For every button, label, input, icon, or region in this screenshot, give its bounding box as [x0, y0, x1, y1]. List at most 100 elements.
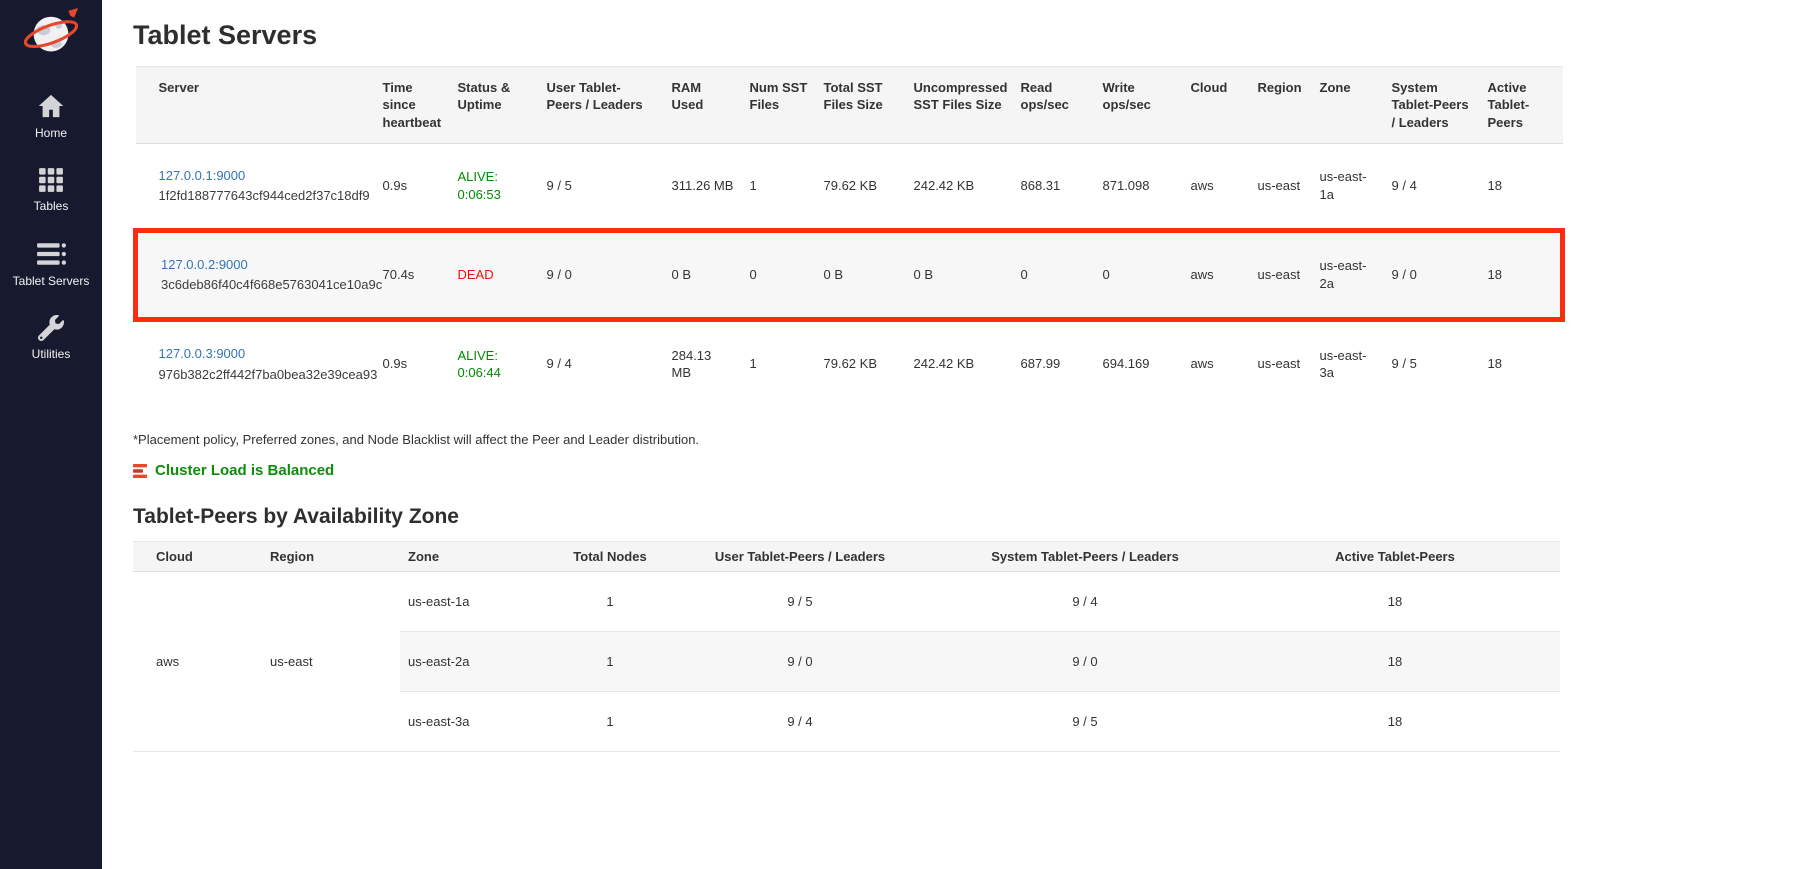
- main-content: Tablet Servers Server Time since heartbe…: [102, 0, 1805, 869]
- region-cell: us-east: [1250, 143, 1312, 230]
- col-header-total-sst: Total SST Files Size: [816, 67, 906, 144]
- server-address-link[interactable]: 127.0.0.2:9000: [161, 257, 248, 272]
- user-peers-cell: 9 / 0: [539, 230, 664, 319]
- read-ops-cell: 868.31: [1013, 143, 1095, 230]
- col-header-user-peers: User Tablet-Peers / Leaders: [539, 67, 664, 144]
- zone-cell: us-east-2a: [400, 632, 560, 692]
- total-sst-cell: 0 B: [816, 230, 906, 319]
- servers-table-header-row: Server Time since heartbeat Status & Upt…: [136, 67, 1563, 144]
- col-header-region: Region: [262, 542, 400, 572]
- user-peers-cell: 9 / 5: [660, 572, 940, 632]
- tables-icon: [36, 167, 66, 193]
- active-peers-cell: 18: [1230, 692, 1560, 752]
- col-header-num-sst: Num SST Files: [742, 67, 816, 144]
- total-sst-cell: 79.62 KB: [816, 143, 906, 230]
- user-peers-cell: 9 / 4: [660, 692, 940, 752]
- system-peers-cell: 9 / 4: [940, 572, 1230, 632]
- col-header-user-peers: User Tablet-Peers / Leaders: [660, 542, 940, 572]
- server-row: 127.0.0.3:9000 976b382c2ff442f7ba0bea32e…: [136, 320, 1563, 407]
- sidebar-item-label: Tablet Servers: [13, 274, 90, 288]
- server-cell: 127.0.0.1:9000 1f2fd188777643cf944ced2f3…: [136, 143, 375, 230]
- page-title: Tablet Servers: [133, 20, 1805, 51]
- cloud-cell: aws: [1183, 320, 1250, 407]
- uncompressed-sst-cell: 242.42 KB: [906, 143, 1013, 230]
- server-address-link[interactable]: 127.0.0.1:9000: [159, 168, 246, 183]
- sidebar-item-home[interactable]: Home: [0, 92, 102, 140]
- write-ops-cell: 694.169: [1095, 320, 1183, 407]
- col-header-zone: Zone: [1312, 67, 1384, 144]
- num-sst-cell: 0: [742, 230, 816, 319]
- sidebar-item-label: Utilities: [32, 347, 71, 361]
- zones-table-header-row: Cloud Region Zone Total Nodes User Table…: [133, 542, 1560, 572]
- cloud-cell: aws: [133, 572, 262, 752]
- sidebar-item-utilities[interactable]: Utilities: [0, 315, 102, 361]
- cloud-cell: aws: [1183, 230, 1250, 319]
- server-cell: 127.0.0.3:9000 976b382c2ff442f7ba0bea32e…: [136, 320, 375, 407]
- server-row: 127.0.0.1:9000 1f2fd188777643cf944ced2f3…: [136, 143, 1563, 230]
- status-cell: ALIVE: 0:06:53: [450, 143, 539, 230]
- col-header-ram: RAM Used: [664, 67, 742, 144]
- active-peers-cell: 18: [1230, 632, 1560, 692]
- ram-cell: 311.26 MB: [664, 143, 742, 230]
- active-peers-cell: 18: [1480, 143, 1563, 230]
- uncompressed-sst-cell: 242.42 KB: [906, 320, 1013, 407]
- system-peers-cell: 9 / 0: [1384, 230, 1480, 319]
- status-label: ALIVE:: [458, 347, 531, 365]
- col-header-zone: Zone: [400, 542, 560, 572]
- heartbeat-cell: 0.9s: [375, 320, 450, 407]
- region-cell: us-east: [1250, 230, 1312, 319]
- total-nodes-cell: 1: [560, 692, 660, 752]
- total-nodes-cell: 1: [560, 572, 660, 632]
- user-peers-cell: 9 / 5: [539, 143, 664, 230]
- col-header-write-ops: Write ops/sec: [1095, 67, 1183, 144]
- sidebar-item-tablet-servers[interactable]: Tablet Servers: [0, 240, 102, 288]
- sidebar-item-label: Home: [35, 126, 67, 140]
- active-peers-cell: 18: [1230, 572, 1560, 632]
- ram-cell: 0 B: [664, 230, 742, 319]
- col-header-read-ops: Read ops/sec: [1013, 67, 1095, 144]
- status-cell: DEAD: [450, 230, 539, 319]
- col-header-status: Status & Uptime: [450, 67, 539, 144]
- uptime-value: 0:06:44: [458, 364, 531, 382]
- write-ops-cell: 871.098: [1095, 143, 1183, 230]
- col-header-cloud: Cloud: [133, 542, 262, 572]
- server-cell: 127.0.0.2:9000 3c6deb86f40c4f668e5763041…: [136, 230, 375, 319]
- system-peers-cell: 9 / 4: [1384, 143, 1480, 230]
- server-uuid: 3c6deb86f40c4f668e5763041ce10a9c: [161, 276, 367, 294]
- yugabyte-logo-icon: [22, 8, 80, 58]
- uncompressed-sst-cell: 0 B: [906, 230, 1013, 319]
- cluster-stack-icon: [133, 464, 147, 478]
- server-row-dead-highlighted: 127.0.0.2:9000 3c6deb86f40c4f668e5763041…: [136, 230, 1563, 319]
- server-address-link[interactable]: 127.0.0.3:9000: [159, 346, 246, 361]
- active-peers-cell: 18: [1480, 320, 1563, 407]
- col-header-server: Server: [136, 67, 375, 144]
- col-header-system-peers: System Tablet-Peers / Leaders: [940, 542, 1230, 572]
- read-ops-cell: 687.99: [1013, 320, 1095, 407]
- status-cell: ALIVE: 0:06:44: [450, 320, 539, 407]
- system-peers-cell: 9 / 5: [940, 692, 1230, 752]
- zone-cell: us-east-2a: [1312, 230, 1384, 319]
- user-peers-cell: 9 / 4: [539, 320, 664, 407]
- server-uuid: 1f2fd188777643cf944ced2f37c18df9: [159, 187, 367, 205]
- sidebar-item-tables[interactable]: Tables: [0, 167, 102, 213]
- region-cell: us-east: [1250, 320, 1312, 407]
- write-ops-cell: 0: [1095, 230, 1183, 319]
- zone-cell: us-east-1a: [1312, 143, 1384, 230]
- balance-status-text: Cluster Load is Balanced: [155, 462, 334, 479]
- uptime-value: 0:06:53: [458, 186, 531, 204]
- user-peers-cell: 9 / 0: [660, 632, 940, 692]
- zone-cell: us-east-3a: [1312, 320, 1384, 407]
- placement-policy-footnote: *Placement policy, Preferred zones, and …: [133, 432, 1805, 447]
- col-header-uncompressed-sst: Uncompressed SST Files Size: [906, 67, 1013, 144]
- heartbeat-cell: 0.9s: [375, 143, 450, 230]
- status-label: DEAD: [458, 266, 531, 284]
- zones-table: Cloud Region Zone Total Nodes User Table…: [133, 541, 1560, 752]
- status-label: ALIVE:: [458, 168, 531, 186]
- sidebar-item-label: Tables: [34, 199, 69, 213]
- sidebar-nav: Home Tables Tablet Servers: [0, 92, 102, 388]
- system-peers-cell: 9 / 0: [940, 632, 1230, 692]
- cloud-cell: aws: [1183, 143, 1250, 230]
- zones-section-title: Tablet-Peers by Availability Zone: [133, 505, 1805, 529]
- zone-row: aws us-east us-east-1a 1 9 / 5 9 / 4 18: [133, 572, 1560, 632]
- col-header-system-peers: System Tablet-Peers / Leaders: [1384, 67, 1480, 144]
